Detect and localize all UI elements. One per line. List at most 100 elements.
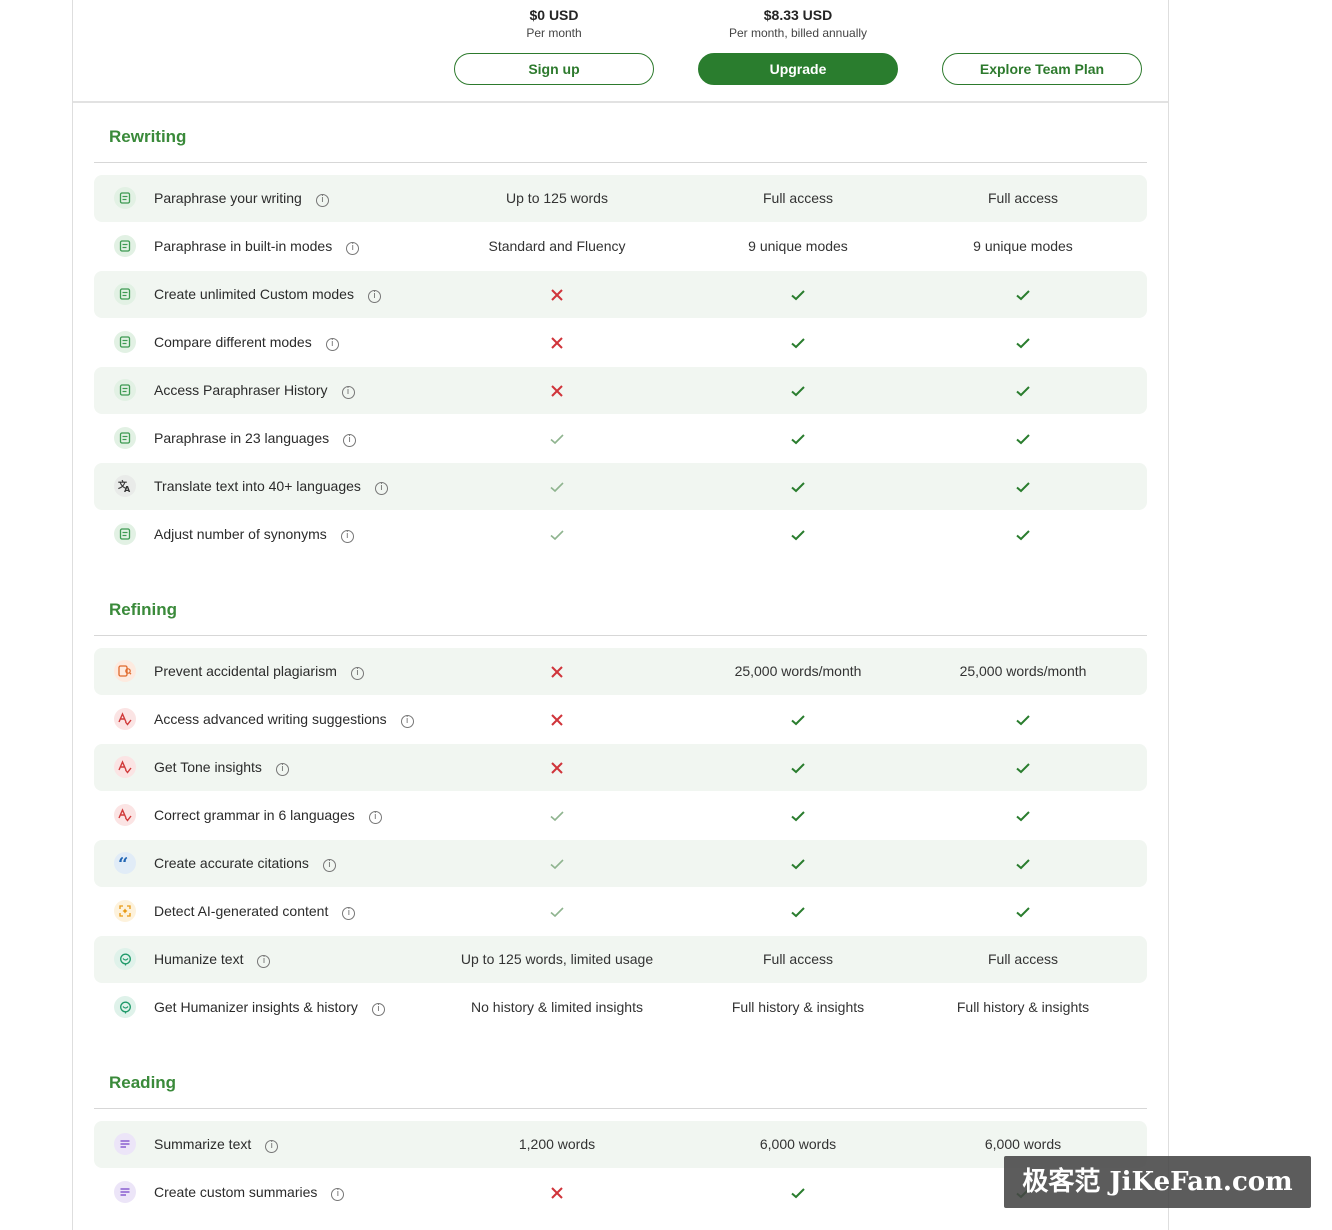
paraphraser-icon xyxy=(114,283,136,305)
info-icon[interactable]: i xyxy=(367,290,381,303)
check-icon xyxy=(913,511,1133,558)
feature-name: Paraphrase your writing xyxy=(154,190,302,206)
premium-plan-value: Full access xyxy=(762,951,834,967)
feature-name: Humanize text xyxy=(154,951,244,967)
feature-name: Get Tone insights xyxy=(154,759,262,775)
grammar-icon xyxy=(114,756,136,778)
sign-up-button[interactable]: Sign up xyxy=(454,53,654,85)
check-icon xyxy=(913,696,1133,743)
team-plan-value: Full access xyxy=(987,951,1059,967)
feature-label: Create unlimited Custom modes i xyxy=(154,286,381,303)
feature-row: Paraphrase your writing i Up to 125 words F… xyxy=(94,175,1147,222)
feature-row: Get Tone insights i xyxy=(94,744,1147,791)
feature-name: Create unlimited Custom modes xyxy=(154,286,354,302)
check-icon xyxy=(688,696,908,743)
info-icon[interactable]: i xyxy=(322,859,336,872)
premium-plan-value: 9 unique modes xyxy=(748,238,848,254)
premium-plan-value: Full history & insights xyxy=(731,999,865,1015)
check-icon xyxy=(688,888,908,935)
section-title-rewriting: Rewriting xyxy=(109,127,187,146)
check-icon xyxy=(688,840,908,887)
info-icon[interactable]: i xyxy=(346,242,360,255)
cross-icon xyxy=(447,696,667,743)
feature-row: Paraphrase in 23 languages i xyxy=(94,415,1147,462)
humanizer-icon xyxy=(114,948,136,970)
info-icon[interactable]: i xyxy=(343,434,357,447)
feature-name: Get Humanizer insights & history xyxy=(154,999,358,1015)
info-icon[interactable]: i xyxy=(340,530,354,543)
info-icon[interactable]: i xyxy=(331,1188,345,1201)
feature-name: Paraphrase in built-in modes xyxy=(154,238,333,254)
info-icon[interactable]: i xyxy=(315,194,329,207)
info-icon[interactable]: i xyxy=(371,1003,385,1016)
feature-row: Correct grammar in 6 languages i xyxy=(94,792,1147,839)
plan-period: Per month, billed annually xyxy=(728,26,868,40)
info-icon[interactable]: i xyxy=(400,715,414,728)
free-plan-value: Standard and Fluency xyxy=(488,238,626,254)
feature-row: Create custom summaries i xyxy=(94,1169,1147,1216)
feature-label: Translate text into 40+ languages i xyxy=(154,478,388,495)
info-icon[interactable]: i xyxy=(350,667,364,680)
feature-row: Paraphrase in built-in modes i Standard an… xyxy=(94,223,1147,270)
info-icon[interactable]: i xyxy=(257,955,271,968)
info-icon[interactable]: i xyxy=(341,386,355,399)
feature-row: Prevent accidental plagiarism i 25,000 wor… xyxy=(94,648,1147,695)
feature-label: Get Humanizer insights & history i xyxy=(154,999,385,1016)
section-title-reading: Reading xyxy=(109,1073,177,1092)
info-icon[interactable]: i xyxy=(374,482,388,495)
check-icon xyxy=(913,367,1133,414)
feature-name: Correct grammar in 6 languages xyxy=(154,807,355,823)
section-title-refining: Refining xyxy=(109,600,177,619)
check-icon xyxy=(913,840,1133,887)
feature-label: Paraphrase in built-in modes i xyxy=(154,238,360,255)
check-icon xyxy=(688,792,908,839)
feature-label: Humanize text i xyxy=(154,951,271,968)
info-icon[interactable]: i xyxy=(265,1140,279,1153)
plan-period: Per month xyxy=(526,26,582,40)
translate-icon: 文A xyxy=(114,475,136,497)
feature-name: Create accurate citations xyxy=(154,855,309,871)
check-icon xyxy=(913,744,1133,791)
check-icon xyxy=(688,367,908,414)
info-icon[interactable]: i xyxy=(368,811,382,824)
team-plan-value: Full history & insights xyxy=(956,999,1090,1015)
premium-plan-value: 25,000 words/month xyxy=(734,663,862,679)
feature-label: Create accurate citations i xyxy=(154,855,336,872)
cross-icon xyxy=(447,319,667,366)
grammar-icon xyxy=(114,708,136,730)
check-icon xyxy=(913,463,1133,510)
feature-name: Prevent accidental plagiarism xyxy=(154,663,337,679)
info-icon[interactable]: i xyxy=(342,907,356,920)
info-icon[interactable]: i xyxy=(275,763,289,776)
feature-label: Compare different modes i xyxy=(154,334,339,351)
section-divider xyxy=(94,635,1147,636)
premium-plan-value: Full access xyxy=(762,190,834,206)
summarizer-icon xyxy=(114,1181,136,1203)
check-icon xyxy=(688,319,908,366)
cross-icon xyxy=(447,271,667,318)
check-icon xyxy=(913,792,1133,839)
info-icon[interactable]: i xyxy=(325,338,339,351)
citation-icon: “ xyxy=(114,852,136,874)
watermark: 极客范 JiKeFan.com xyxy=(1004,1156,1311,1208)
feature-label: Prevent accidental plagiarism i xyxy=(154,663,364,680)
feature-row: Access advanced writing suggestions i xyxy=(94,696,1147,743)
feature-row: Access Paraphraser History i xyxy=(94,367,1147,414)
check-icon xyxy=(688,511,908,558)
check-icon xyxy=(447,415,667,462)
feature-name: Adjust number of synonyms xyxy=(154,526,327,542)
feature-name: Translate text into 40+ languages xyxy=(154,478,361,494)
explore-team-plan-button[interactable]: Explore Team Plan xyxy=(942,53,1142,85)
paraphraser-icon xyxy=(114,235,136,257)
paraphraser-icon xyxy=(114,523,136,545)
free-plan-value: Up to 125 words, limited usage xyxy=(460,951,654,967)
pricing-comparison-card: $0 USD Per month Sign up $8.33 USD Per m… xyxy=(72,0,1169,1230)
feature-row: “ Create accurate citations i xyxy=(94,840,1147,887)
cross-icon xyxy=(447,1169,667,1216)
svg-text:A: A xyxy=(124,485,131,493)
feature-row: 文 A Translate text into 40+ languages i xyxy=(94,463,1147,510)
upgrade-button[interactable]: Upgrade xyxy=(698,53,898,85)
check-icon xyxy=(913,319,1133,366)
feature-label: Access advanced writing suggestions i xyxy=(154,711,414,728)
free-plan-value: 1,200 words xyxy=(518,1136,596,1152)
